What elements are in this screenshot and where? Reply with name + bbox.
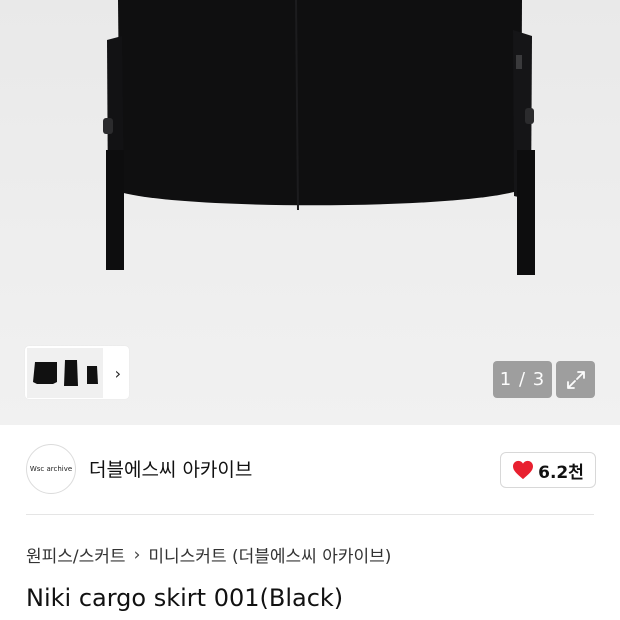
chevron-right-icon: › bbox=[133, 544, 141, 565]
avatar-text: Wsc archive bbox=[29, 465, 73, 473]
seller-section: Wsc archive 더블에스씨 아카이브 6.2천 bbox=[0, 425, 620, 515]
breadcrumb: 원피스/스커트 › 미니스커트 (더블에스씨 아카이브) bbox=[26, 542, 391, 568]
breadcrumb-subcategory[interactable]: 미니스커트 (더블에스씨 아카이브) bbox=[148, 542, 391, 567]
chevron-right-icon[interactable]: › bbox=[115, 364, 121, 383]
like-count: 6.2천 bbox=[538, 462, 584, 483]
product-image-gallery[interactable]: › 1 / 3 bbox=[0, 0, 620, 425]
like-button[interactable]: 6.2천 bbox=[500, 452, 596, 488]
thumbnail-strip[interactable]: › bbox=[25, 346, 129, 399]
image-counter: 1 / 3 bbox=[493, 361, 552, 398]
heart-icon bbox=[513, 460, 534, 480]
thumbnail-image bbox=[27, 347, 103, 398]
expand-button[interactable] bbox=[556, 361, 595, 398]
seller-name[interactable]: 더블에스씨 아카이브 bbox=[89, 455, 252, 482]
product-title: Niki cargo skirt 001(Black) bbox=[26, 584, 344, 612]
seller-avatar[interactable]: Wsc archive bbox=[26, 444, 76, 494]
divider bbox=[26, 514, 594, 515]
breadcrumb-category[interactable]: 원피스/스커트 bbox=[26, 542, 126, 567]
expand-icon bbox=[566, 370, 585, 389]
thumbnail-images[interactable] bbox=[27, 347, 103, 398]
